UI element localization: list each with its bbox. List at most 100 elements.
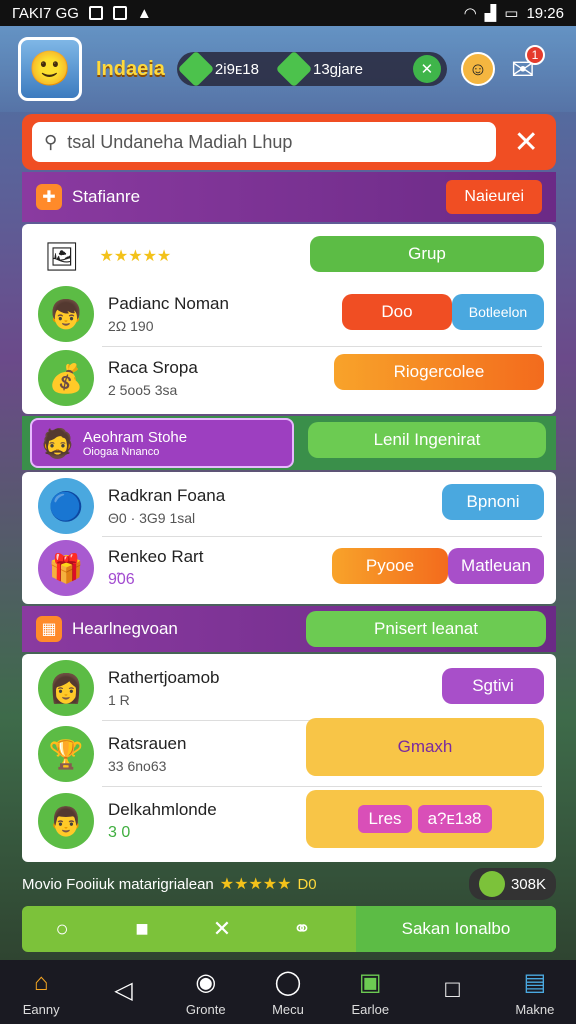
close-icon[interactable]: ✕ [506, 122, 546, 162]
wifi-icon: ◠ [463, 5, 477, 22]
nav-label: Gronte [185, 1001, 226, 1017]
board-icon: 🖼 [44, 240, 80, 272]
currency-bar: 2і9ᴇ18 13gjare ✕ [176, 50, 447, 88]
section-header-1: ✚ Stafianre Naieurei [22, 172, 556, 222]
highlight-button[interactable]: Lenil Ingenirat [308, 422, 546, 458]
gift-icon: 🎁 [38, 540, 94, 596]
section-title: Hearlnegvoan [72, 619, 178, 638]
star-rating: ★★★★★ [99, 248, 172, 265]
notification-icon: ▲ [136, 4, 152, 22]
nav-home[interactable]: ⌂ Eanny [6, 968, 76, 1017]
nav-label: Eanny [22, 1001, 60, 1017]
lres-card[interactable]: Lres a?ᴇ1ɜ8 [306, 790, 544, 848]
footer-value: D0 [297, 875, 317, 893]
character-avatar-icon: 👦 [38, 286, 94, 342]
square-icon: □ [445, 976, 460, 1003]
pyooe-button[interactable]: Pyooe [332, 548, 448, 584]
search-input-value: tsal Undaneha Madiah Lhup [67, 131, 293, 152]
status-time: 19:26 [526, 4, 564, 22]
close-button[interactable]: ✕ [182, 906, 262, 952]
footer-text: Movio Fooiiuk matarigrialean [22, 875, 214, 893]
main-action-button[interactable]: Sakan Ionalbo [356, 906, 556, 952]
camera-icon: ◉ [195, 969, 217, 996]
back-icon: ◁ [114, 976, 133, 1004]
doo-button[interactable]: Doo [342, 294, 452, 330]
game-title: Indaeia [96, 57, 165, 80]
leaf-icon: ▣ [358, 969, 382, 996]
list-panel-3: 👩 Rathertjoamob 1 R Sgtivi 🏆 Ratsrauen 3… [22, 654, 556, 862]
action-bar: ○ ■ ✕ ⚭ Sakan Ionalbo [22, 906, 556, 952]
lres-value: a?ᴇ1ɜ8 [417, 805, 492, 833]
sgtivi-button[interactable]: Sgtivi [442, 668, 544, 704]
highlight-card[interactable]: 🧔 Aeohram Stohe Oiogaa Nnanco [30, 418, 294, 468]
character-avatar-icon: 👩 [38, 660, 94, 716]
nav-label: Mecu [272, 1001, 304, 1017]
item-sub: 1 R [108, 692, 130, 708]
coin-value: 308K [510, 875, 546, 893]
item-sub: 2 5oo5 3sa [108, 382, 178, 398]
matleuan-button[interactable]: Matleuan [448, 548, 544, 584]
item-name: Raca Sropa [108, 358, 198, 377]
search-card: ⚲ tsal Undaneha Madiah Lhup ✕ [22, 114, 556, 170]
profile-icon[interactable]: ☺ [460, 52, 495, 86]
section-header-2: ▦ Hearlnegvoan Pnisert leanat [22, 606, 556, 652]
nav-label: Earloe [351, 1001, 390, 1017]
section-button[interactable]: Naieurei [446, 180, 542, 214]
nav-menu[interactable]: ◯ Mecu [253, 968, 323, 1017]
currency-1-value: 2і9ᴇ18 [214, 60, 259, 78]
square-button[interactable]: ■ [102, 906, 182, 952]
item-sub: 9̃06 [108, 571, 135, 588]
search-input[interactable]: ⚲ tsal Undaneha Madiah Lhup [32, 122, 497, 162]
item-name: Renkeo Rart [108, 547, 204, 566]
badge-icon: 🔵 [38, 478, 94, 534]
notification-icon [88, 6, 103, 20]
nav-camera[interactable]: ◉ Gronte [171, 968, 241, 1017]
item-name: Delkahmlonde [108, 800, 217, 819]
star-rating: ★★★★★ [219, 876, 292, 893]
section-title: Stafianre [72, 187, 141, 206]
divider [102, 536, 542, 537]
circle-icon: ◯ [274, 969, 302, 996]
nav-label: Makne [515, 1001, 555, 1017]
list-panel-2: 🔵 Radkran Foana Θ0 · 3G9 1sal Bpnoni 🎁 R… [22, 472, 556, 604]
item-sub: 2Ω 190 [108, 318, 154, 334]
mail-icon[interactable]: ✉ 1 [503, 45, 545, 89]
calendar-icon: ▦ [36, 616, 62, 642]
item-sub: 3 0 [108, 824, 131, 841]
map-icon: ▤ [523, 969, 547, 996]
item-name: Padianc Noman [108, 294, 229, 313]
group-panel: 🖼 ★★★★★ Grup 👦 Padianc Noman 2Ω 190 Doo … [22, 224, 556, 414]
nav-back[interactable]: ◁ [88, 975, 158, 1009]
character-avatar-icon: 👨 [38, 793, 94, 849]
nav-recent[interactable]: □ [418, 975, 488, 1009]
treasure-icon: 🏆 [38, 726, 94, 782]
riogercolee-button[interactable]: Riogercolee [334, 354, 544, 390]
currency-2-value: 13gjare [312, 60, 364, 78]
botleelon-button[interactable]: Botleelon [452, 294, 544, 330]
item-name: Rathertjoamob [108, 668, 220, 687]
player-avatar[interactable]: 🙂 [18, 37, 82, 101]
divider [102, 786, 542, 787]
nav-earlos[interactable]: ▣ Earloe [335, 968, 405, 1017]
divider [102, 346, 542, 347]
group-button[interactable]: Grup [310, 236, 544, 272]
status-bar: ΓΑΚΙ7 GG ▲ ◠ ▟ ▭ 19:26 [0, 0, 576, 26]
footer-strip: Movio Fooiiuk matarigrialean ★★★★★ D0 30… [22, 866, 556, 902]
item-name: Ratsrauen [108, 734, 187, 753]
bpnoni-button[interactable]: Bpnoni [442, 484, 544, 520]
game-header: 🙂 Indaeia 2і9ᴇ18 13gjare ✕ ☺ ✉ 1 [0, 26, 576, 112]
home-icon: ⌂ [33, 968, 49, 996]
section-button[interactable]: Pnisert leanat [306, 611, 546, 647]
circle-button[interactable]: ○ [22, 906, 102, 952]
highlight-sub: Oiogaa Nnanco [82, 445, 160, 458]
gem-icon [275, 50, 313, 88]
nav-map[interactable]: ▤ Makne [500, 968, 570, 1017]
item-sub: Θ0 · 3G9 1sal [108, 510, 196, 526]
highlight-title: Aeohram Stohe [82, 428, 188, 446]
character-avatar-icon: 🧔 [40, 427, 75, 459]
gmaxh-button[interactable]: Gmaxh [306, 718, 544, 776]
chest-icon: 💰 [38, 350, 94, 406]
add-currency-button[interactable]: ✕ [412, 55, 441, 83]
coin-icon [478, 871, 505, 897]
link-button[interactable]: ⚭ [262, 906, 342, 952]
